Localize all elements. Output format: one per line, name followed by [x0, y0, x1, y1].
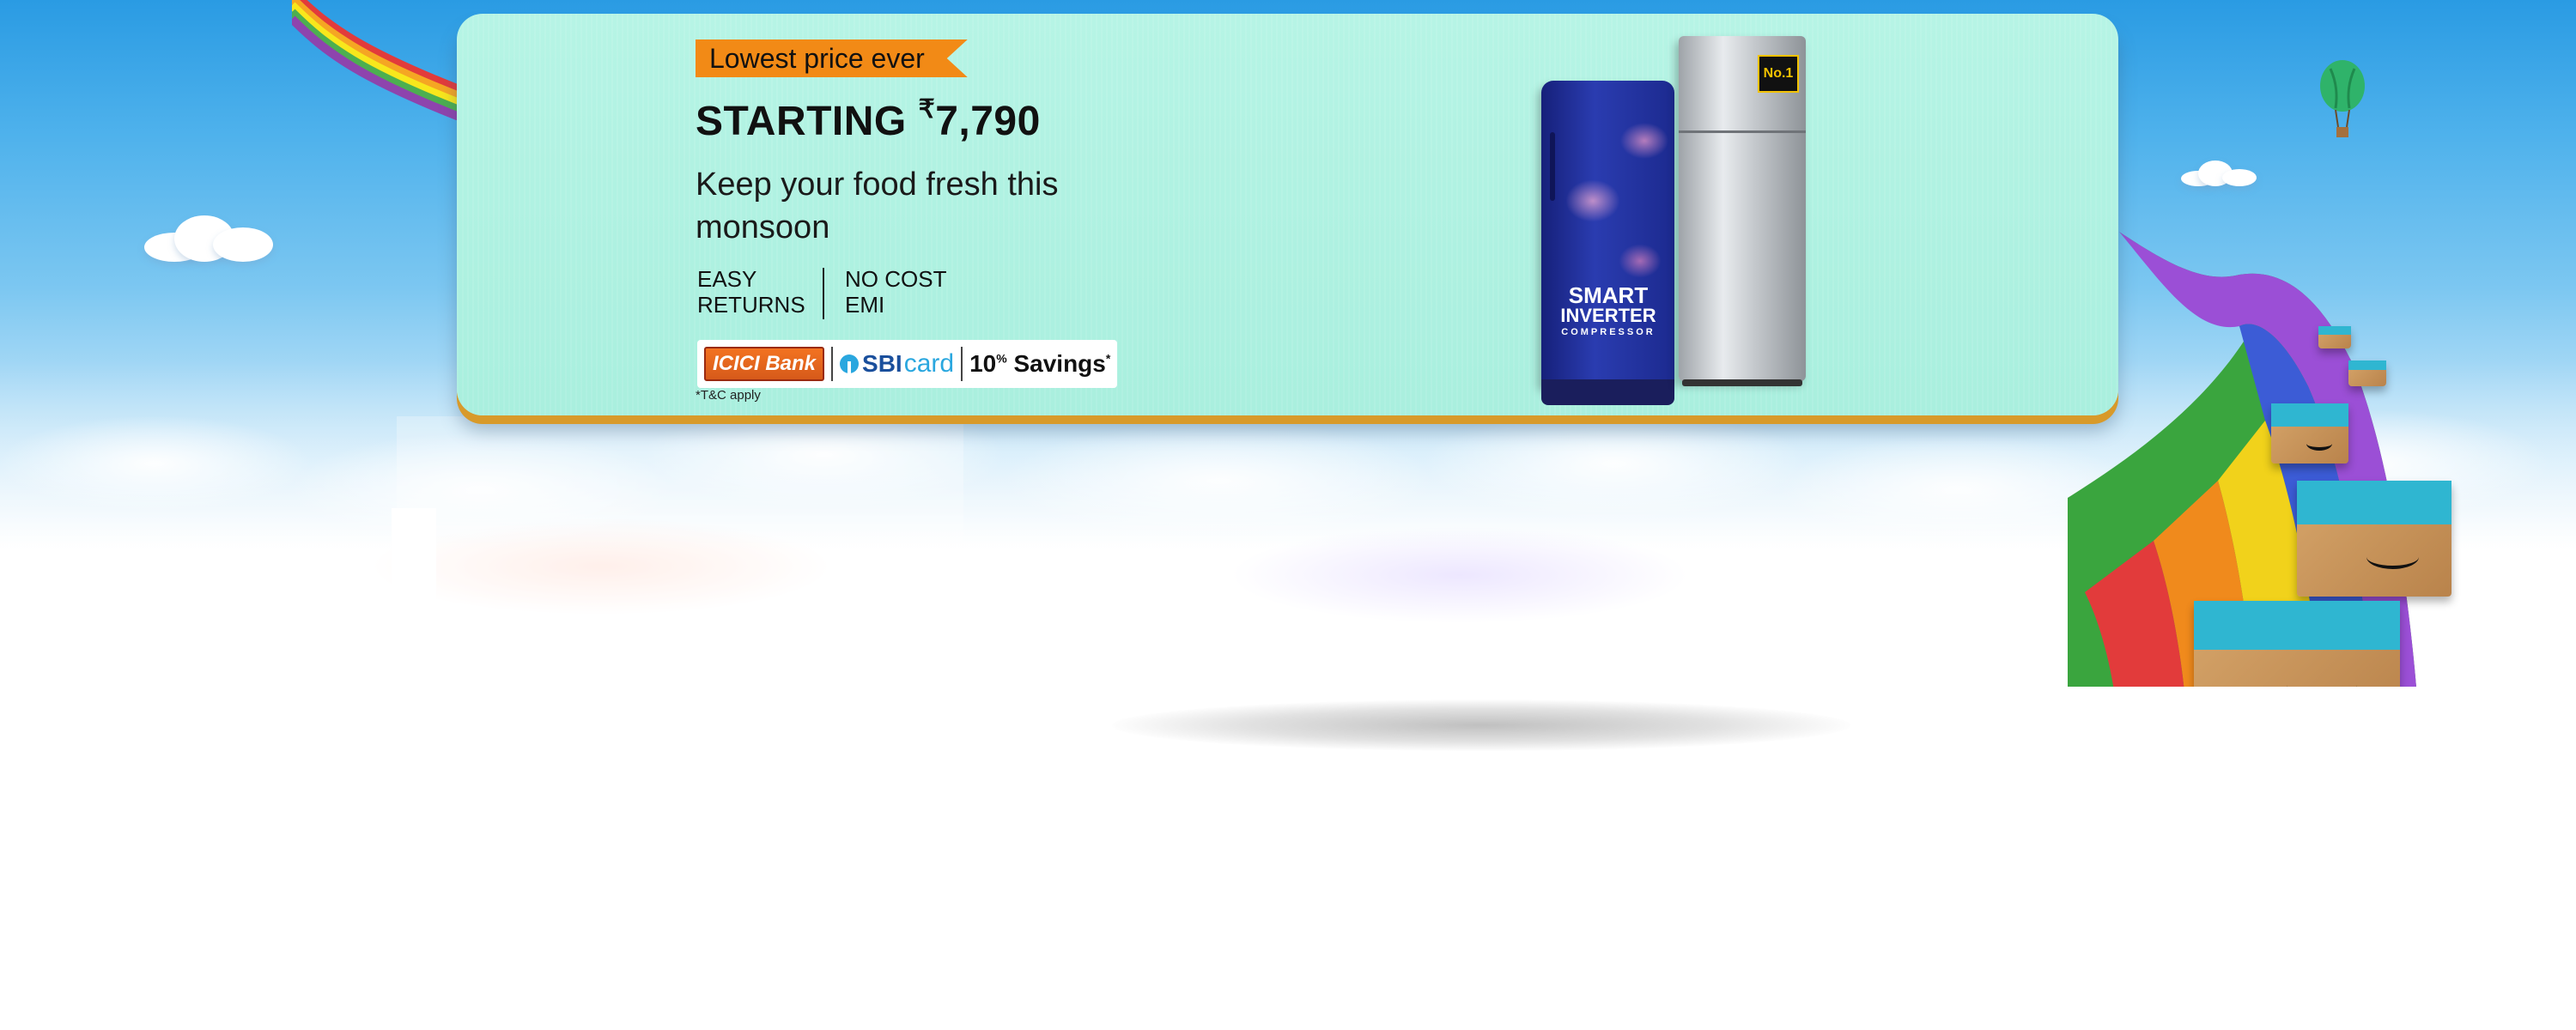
feature-divider	[823, 268, 824, 319]
bank-offers-strip: ICICI Bank SBI card 10% Savings*	[697, 340, 1118, 388]
price-value: 7,790	[935, 99, 1041, 144]
starting-price-headline: STARTING ₹7,790	[696, 94, 1041, 145]
floor-shadow	[1112, 700, 1850, 751]
fridge-foot	[1682, 379, 1802, 386]
bank-separator	[831, 347, 834, 381]
savings-badge: 10% Savings*	[969, 350, 1110, 378]
no1-badge: No.1	[1758, 55, 1799, 93]
terms-apply-note: *T&C apply	[696, 388, 761, 403]
savings-unit: %	[996, 351, 1007, 366]
sbi-word: SBI	[862, 350, 902, 377]
headline-prefix: STARTING	[696, 99, 907, 144]
blue-refrigerator-image	[1541, 81, 1674, 405]
savings-label: Savings	[1013, 350, 1106, 377]
cloud-decoration	[136, 210, 282, 262]
currency-symbol: ₹	[918, 95, 936, 124]
sbi-logo-icon	[840, 354, 860, 373]
subhead: Keep your food fresh this monsoon	[696, 167, 1059, 245]
hot-air-balloon-icon	[2320, 60, 2365, 137]
lowest-price-tag: Lowest price ever	[696, 39, 968, 77]
cloud-decoration	[2181, 159, 2258, 186]
icici-bank-logo: ICICI Bank	[704, 347, 825, 381]
hero-banner[interactable]: Lowest price ever STARTING ₹7,790 Keep y…	[0, 0, 2576, 687]
prime-day-box-icon	[2194, 601, 2400, 687]
savings-mark: *	[1105, 351, 1111, 366]
savings-value: 10	[969, 350, 997, 377]
sbi-card-word: card	[903, 349, 955, 378]
rainbow-ribbon-top	[292, 0, 472, 120]
prime-day-box-icon	[2318, 326, 2351, 348]
sbi-card-logo: SBI card	[840, 349, 954, 379]
fridge-handle	[1550, 132, 1555, 201]
feature-list: EASY RETURNS NO COST EMI	[697, 266, 957, 319]
fridge-door-split	[1679, 130, 1806, 133]
ghost-frame	[392, 508, 436, 671]
ghost-frame	[397, 416, 963, 674]
fridge-base	[1541, 379, 1674, 405]
bank-separator	[961, 347, 963, 381]
prime-day-box-icon	[2348, 360, 2386, 386]
feature-easy-returns: EASY RETURNS	[697, 266, 805, 318]
silver-refrigerator-image: No.1	[1679, 36, 1806, 386]
smart-inverter-label: SMART INVERTER COMPRESSOR	[1560, 282, 1656, 337]
prime-day-box-icon	[2297, 481, 2451, 597]
feature-no-cost-emi: NO COST EMI	[845, 266, 947, 318]
prime-day-box-icon	[2271, 403, 2348, 464]
